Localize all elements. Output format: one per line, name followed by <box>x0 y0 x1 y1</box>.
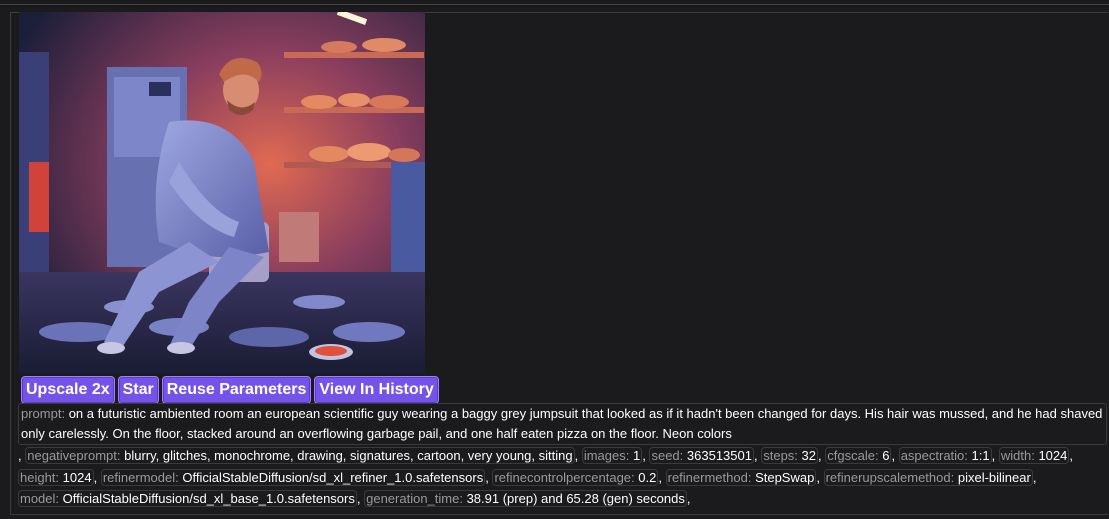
param-negativeprompt: negativeprompt: blurry, glitches, monoch… <box>25 447 575 464</box>
separator: , <box>991 448 996 463</box>
param-refinermethod: refinermethod: StepSwap <box>665 468 817 486</box>
param-steps: steps: 32 <box>761 447 819 464</box>
params-line: height: 1024, refinermodel: OfficialStab… <box>18 467 1107 489</box>
star-button[interactable]: Star <box>117 376 159 404</box>
reuse-parameters-button[interactable]: Reuse Parameters <box>161 376 312 404</box>
separator: , <box>1032 469 1037 485</box>
separator: , <box>356 491 361 506</box>
image-actions: Upscale 2x Star Reuse Parameters View In… <box>21 376 439 404</box>
param-seed-key: seed: <box>651 448 684 463</box>
separator: , <box>753 448 758 463</box>
param-height-value: 1024 <box>62 469 92 485</box>
param-images-value: 1 <box>632 448 641 463</box>
generated-image-art <box>19 12 425 374</box>
param-cfgscale: cfgscale: 6 <box>825 447 892 464</box>
param-height: height: 1024 <box>18 468 94 486</box>
param-cfgscale-value: 6 <box>882 448 890 463</box>
param-images: images: 1 <box>581 447 643 464</box>
separator: , <box>891 448 896 463</box>
param-images-key: images: <box>583 448 630 463</box>
param-refinermodel: refinermodel: OfficialStableDiffusion/sd… <box>100 468 486 486</box>
param-refinecontrolpercentage-value: 0.2 <box>638 469 657 485</box>
params-line: , negativeprompt: blurry, glitches, mono… <box>18 445 1107 467</box>
param-aspectratio-value: 1:1 <box>971 448 990 463</box>
param-generation-time-value: 38.91 (prep) and 65.28 (gen) seconds <box>466 491 685 506</box>
param-aspectratio: aspectratio: 1:1 <box>898 447 992 464</box>
param-refinermodel-value: OfficialStableDiffusion/sd_xl_refiner_1.… <box>182 469 484 485</box>
param-height-key: height: <box>20 469 60 485</box>
upscale-button[interactable]: Upscale 2x <box>21 376 115 404</box>
separator: , <box>93 469 98 485</box>
view-in-history-button[interactable]: View In History <box>314 376 439 404</box>
param-model-key: model: <box>20 491 60 506</box>
param-refinermethod-value: StepSwap <box>755 469 815 485</box>
param-negativeprompt-key: negativeprompt: <box>27 448 121 463</box>
param-seed-value: 363513501 <box>686 448 752 463</box>
separator: , <box>686 491 691 506</box>
param-refinerupscalemethod-key: refinerupscalemethod: <box>825 469 955 485</box>
param-refinermodel-key: refinermodel: <box>102 469 179 485</box>
param-width-value: 1024 <box>1038 448 1068 463</box>
param-generation-time: generation_time: 38.91 (prep) and 65.28 … <box>364 490 687 507</box>
separator: , <box>485 469 489 485</box>
param-width-key: width: <box>1000 448 1035 463</box>
param-model-value: OfficialStableDiffusion/sd_xl_base_1.0.s… <box>62 491 355 506</box>
param-refinecontrolpercentage-key: refinecontrolpercentage: <box>494 469 635 485</box>
generated-image[interactable] <box>19 12 425 374</box>
param-refinermethod-key: refinermethod: <box>667 469 752 485</box>
separator: , <box>658 469 662 485</box>
param-model: model: OfficialStableDiffusion/sd_xl_bas… <box>18 490 357 507</box>
separator: , <box>816 469 820 485</box>
param-steps-key: steps: <box>763 448 798 463</box>
params-line: model: OfficialStableDiffusion/sd_xl_bas… <box>18 488 1107 510</box>
param-refinerupscalemethod: refinerupscalemethod: pixel-bilinear <box>823 468 1033 486</box>
param-steps-value: 32 <box>801 448 817 463</box>
generation-parameters: prompt: on a futuristic ambiented room a… <box>18 403 1107 510</box>
param-seed: seed: 363513501 <box>649 447 754 464</box>
separator: , <box>1069 448 1073 463</box>
param-prompt-key: prompt: <box>21 406 66 421</box>
param-negativeprompt-value: blurry, glitches, monochrome, drawing, s… <box>124 448 573 463</box>
param-prompt-value: on a futuristic ambiented room an europe… <box>21 406 1103 441</box>
separator: , <box>18 448 22 463</box>
top-divider <box>0 0 1109 5</box>
separator: , <box>574 448 579 463</box>
param-refinecontrolpercentage: refinecontrolpercentage: 0.2 <box>492 468 659 486</box>
param-cfgscale-key: cfgscale: <box>827 448 879 463</box>
param-refinerupscalemethod-value: pixel-bilinear <box>957 469 1031 485</box>
param-width: width: 1024 <box>998 447 1070 464</box>
separator: , <box>642 448 646 463</box>
param-generation-time-key: generation_time: <box>366 491 463 506</box>
param-prompt: prompt: on a futuristic ambiented room a… <box>18 403 1107 445</box>
param-aspectratio-key: aspectratio: <box>900 448 968 463</box>
separator: , <box>818 448 822 463</box>
